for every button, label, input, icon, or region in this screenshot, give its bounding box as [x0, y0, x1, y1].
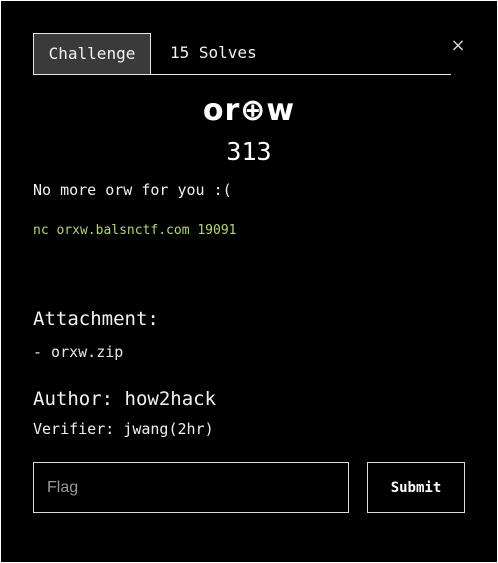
tab-solves[interactable]: 15 Solves [154, 33, 273, 73]
challenge-name: or⊕w [202, 93, 296, 128]
challenge-modal: × Challenge 15 Solves or⊕w 313 No more o… [1, 1, 497, 562]
submit-button[interactable]: Submit [367, 462, 465, 513]
attachment-item: - orxw.zip [33, 343, 123, 361]
tab-challenge[interactable]: Challenge [33, 33, 151, 74]
challenge-description: No more orw for you :( [33, 181, 232, 199]
author-info: Author: how2hack [33, 388, 217, 410]
connection-info: nc orxw.balsnctf.com 19091 [33, 223, 237, 238]
close-icon[interactable]: × [450, 37, 466, 55]
challenge-value: 313 [226, 137, 272, 166]
challenge-tabs: Challenge 15 Solves [33, 33, 451, 75]
attachment-link[interactable]: - orxw.zip [33, 343, 123, 361]
attachment-heading: Attachment: [33, 308, 159, 330]
verifier-info: Verifier: jwang(2hr) [33, 420, 214, 438]
flag-input[interactable] [33, 462, 349, 513]
